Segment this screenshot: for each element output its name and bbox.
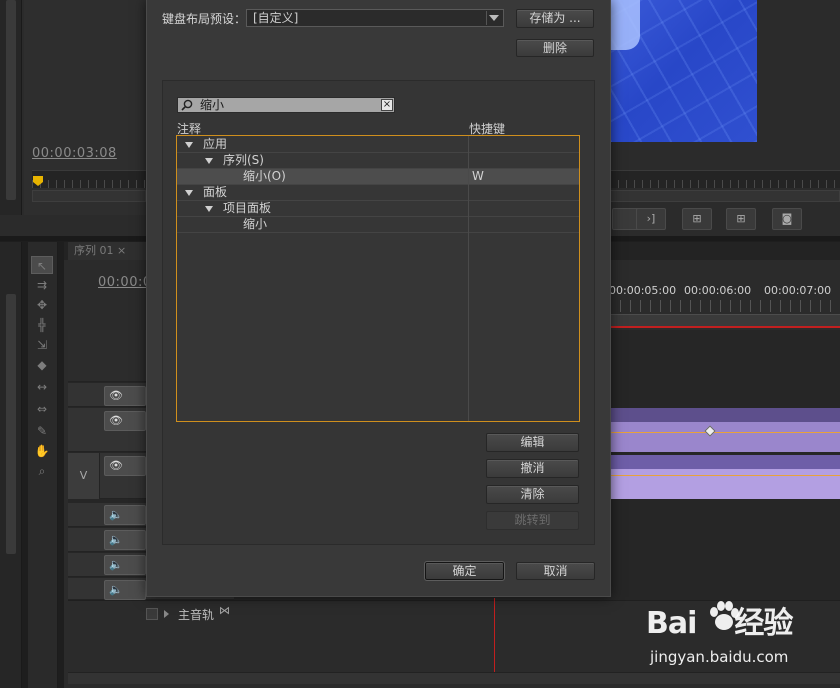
speaker-icon[interactable]: 🔈 xyxy=(104,505,146,525)
preset-value: [自定义] xyxy=(253,11,299,25)
clip-v1-header xyxy=(610,455,840,469)
clear-button[interactable]: 清除 xyxy=(486,485,579,504)
rate-stretch-icon[interactable]: ⇲ xyxy=(31,336,53,354)
work-area-bar[interactable] xyxy=(610,314,840,326)
expand-triangle-icon[interactable] xyxy=(205,158,213,164)
expand-triangle-icon[interactable] xyxy=(164,610,169,618)
insert-icon[interactable]: ›] xyxy=(636,208,666,230)
tree-row-label: 项目面板 xyxy=(223,201,272,215)
tree-row-selected[interactable]: 缩小(O) W xyxy=(177,169,579,185)
zoom-icon[interactable]: ⌕ xyxy=(31,462,53,480)
source-ruler-ticks xyxy=(32,180,146,188)
clip-v2-opacity-line[interactable] xyxy=(610,432,840,433)
timeline-ruler[interactable] xyxy=(610,300,840,312)
tab-sequence-01[interactable]: 序列 01 × xyxy=(68,242,148,260)
pen-icon[interactable]: ✎ xyxy=(31,422,53,440)
tree-row-label: 序列(S) xyxy=(223,153,264,167)
ruler-label-7s: 00:00:07:00 xyxy=(764,284,832,297)
master-track-label: 主音轨 xyxy=(178,608,215,622)
clip-v2-header xyxy=(610,408,840,422)
chevron-down-icon[interactable] xyxy=(489,15,499,21)
goto-button[interactable]: 跳转到 xyxy=(486,511,579,530)
tree-row[interactable]: 应用 xyxy=(177,137,579,153)
tree-row[interactable]: 面板 xyxy=(177,185,579,201)
selection-tool-icon[interactable]: ↖ xyxy=(31,256,53,274)
dropdown-separator xyxy=(486,11,487,25)
project-scrollbar[interactable] xyxy=(6,294,16,554)
preset-label: 键盘布局预设： xyxy=(162,12,247,26)
razor-icon[interactable]: ◆ xyxy=(31,356,53,374)
source-zoom-bar[interactable] xyxy=(32,190,146,202)
eye-icon[interactable]: 👁 xyxy=(104,411,146,431)
slide-icon[interactable]: ⇔ xyxy=(31,400,53,418)
eye-icon[interactable]: 👁 xyxy=(104,386,146,406)
watermark-brand-left: Bai xyxy=(646,606,697,641)
render-bar xyxy=(610,326,840,328)
clear-search-icon[interactable]: × xyxy=(381,99,393,111)
watermark-brand-right: 经验 xyxy=(734,606,793,641)
preview-highlight xyxy=(610,0,640,50)
expand-triangle-icon[interactable] xyxy=(205,206,213,212)
timeline-timecode[interactable]: 00:00:0 xyxy=(98,275,152,290)
slip-icon[interactable]: ↔ xyxy=(31,378,53,396)
delete-button[interactable]: 删除 xyxy=(516,39,594,57)
expand-triangle-icon[interactable] xyxy=(185,190,193,196)
left-scrollbar[interactable] xyxy=(6,0,16,200)
tree-row-label: 应用 xyxy=(203,137,228,151)
tree-column-divider[interactable] xyxy=(468,136,469,421)
edit-button[interactable]: 编辑 xyxy=(486,433,579,452)
tree-row[interactable]: 序列(S) xyxy=(177,153,579,169)
expand-triangle-icon[interactable] xyxy=(185,142,193,148)
speaker-icon[interactable]: 🔈 xyxy=(104,530,146,550)
hand-icon[interactable]: ✋ xyxy=(31,442,53,460)
search-icon xyxy=(181,99,193,111)
clip-v1-opacity-line[interactable] xyxy=(610,475,840,476)
undo-button[interactable]: 撤消 xyxy=(486,459,579,478)
ripple-edit-icon[interactable]: ✥ xyxy=(31,296,53,314)
baidu-paw-icon xyxy=(710,601,739,630)
ruler-label-5s: 00:00:05:00 xyxy=(609,284,677,297)
search-input[interactable]: 缩小 xyxy=(177,97,395,113)
timeline-scrollbar[interactable] xyxy=(68,672,840,684)
speaker-icon[interactable]: 🔈 xyxy=(104,580,146,600)
tree-row-label: 面板 xyxy=(203,185,228,199)
ok-button[interactable]: 确定 xyxy=(424,561,505,581)
tree-row-shortcut: W xyxy=(472,169,484,183)
eye-icon[interactable]: 👁 xyxy=(104,456,146,476)
save-as-button[interactable]: 存储为 ... xyxy=(516,9,594,28)
preset-dropdown[interactable]: [自定义] xyxy=(246,9,504,27)
speaker-icon[interactable]: 🔈 xyxy=(104,555,146,575)
lift-icon[interactable]: ⊞ xyxy=(682,208,712,230)
ruler-label-6s: 00:00:06:00 xyxy=(684,284,752,297)
source-timecode[interactable]: 00:00:03:08 xyxy=(32,146,117,161)
master-checkbox[interactable] xyxy=(146,608,158,620)
extract-icon[interactable]: ⊞ xyxy=(726,208,756,230)
program-zoom-bar[interactable] xyxy=(610,190,840,202)
cancel-button[interactable]: 取消 xyxy=(516,562,595,580)
rolling-edit-icon[interactable]: ╬ xyxy=(31,316,53,334)
program-preview xyxy=(610,0,757,142)
tree-row[interactable]: 缩小 xyxy=(177,217,579,233)
camera-icon[interactable]: ◙ xyxy=(772,208,802,230)
tree-row-label: 缩小(O) xyxy=(243,169,286,183)
timeline-playhead-line[interactable] xyxy=(494,598,495,672)
program-ruler-ticks xyxy=(610,180,840,188)
track-label-v[interactable]: V xyxy=(68,453,100,499)
track-select-icon[interactable]: ⇉ xyxy=(31,276,53,294)
tree-row-label: 缩小 xyxy=(243,217,268,231)
watermark-url: jingyan.baidu.com xyxy=(650,648,789,666)
tree-row[interactable]: 项目面板 xyxy=(177,201,579,217)
bowtie-icon[interactable]: ⋈ xyxy=(219,604,230,617)
